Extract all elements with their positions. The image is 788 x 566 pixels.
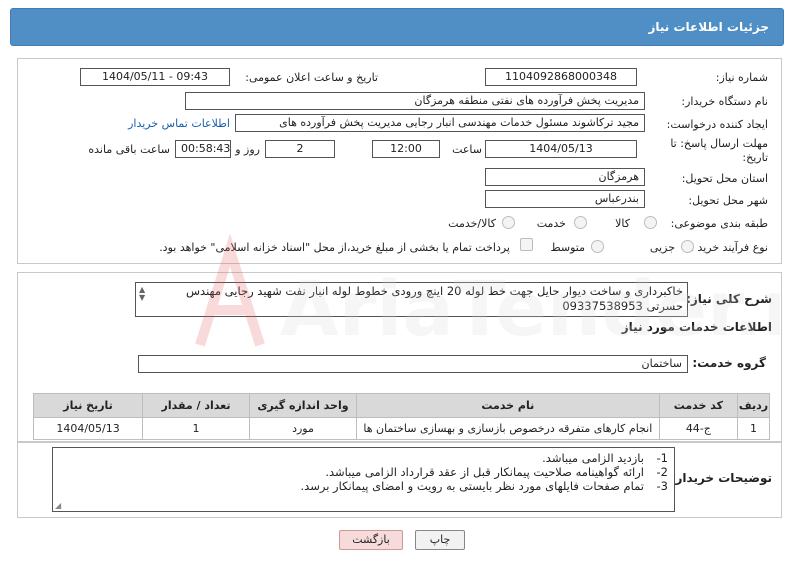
buyer-note-line-3: 3- تمام صفحات فایلهای مورد نظر بایستی به … (301, 479, 668, 493)
services-section-title: اطلاعات خدمات مورد نیاز (621, 320, 772, 334)
description-label: شرح کلی نیاز: (686, 292, 772, 306)
days-label: روز و (235, 143, 260, 156)
purchase-radio-medium[interactable] (591, 240, 604, 253)
deadline-label-2: تاریخ: (742, 151, 768, 164)
back-button[interactable]: بازگشت (339, 530, 403, 550)
deadline-time-field[interactable]: 12:00 (372, 140, 440, 158)
remaining-time-field[interactable]: 00:58:43 (175, 140, 231, 158)
contact-buyer-link[interactable]: اطلاعات تماس خریدار (128, 117, 230, 130)
scroll-down-icon[interactable]: ▼ (139, 293, 145, 302)
deadline-label: مهلت ارسال پاسخ: تا (670, 137, 768, 150)
page-header: جزئیات اطلاعات نیاز (10, 8, 784, 46)
cell-service-name: انجام کارهای متفرقه درخصوص بازسازی و بهس… (355, 417, 660, 440)
category-option-goods-service: کالا/خدمت (448, 217, 496, 230)
need-number-label: شماره نیاز: (715, 71, 768, 84)
col-quantity: تعداد / مقدار (142, 393, 250, 418)
print-button[interactable]: چاپ (415, 530, 465, 550)
purchase-option-minor: جزیی (649, 241, 675, 254)
city-field[interactable]: بندرعباس (485, 190, 645, 208)
cell-service-code: ج-44 (658, 417, 739, 440)
cell-row-number: 1 (737, 417, 770, 440)
days-field[interactable]: 2 (265, 140, 335, 158)
description-textarea[interactable]: خاکبرداری و ساخت دیوار حایل جهت خط لوله … (135, 282, 688, 317)
category-radio-goods-service[interactable] (502, 216, 515, 229)
purchase-option-medium: متوسط (550, 241, 585, 254)
creator-field[interactable]: مجید ترکاشوند مسئول خدمات مهندسی انبار ر… (235, 114, 645, 132)
need-number-field[interactable]: 1104092868000348 (485, 68, 637, 86)
note-3-number: 3- (656, 479, 668, 493)
buyer-note-line-2: 2- ارائه گواهینامه صلاحیت پیمانکار قبل از… (325, 465, 668, 479)
col-unit: واحد اندازه گیری (249, 393, 357, 418)
note-3-text: تمام صفحات فایلهای مورد نظر بایستی به رو… (300, 479, 644, 493)
buyer-notes-textarea[interactable]: 1- بازدید الزامی میباشد. 2- ارائه گواهینام… (52, 447, 675, 512)
service-group-label: گروه خدمت: (692, 356, 766, 370)
city-label: شهر محل تحویل: (688, 194, 768, 207)
payment-note: پرداخت تمام یا بخشی از مبلغ خرید،از محل … (159, 241, 510, 254)
note-1-number: 1- (656, 451, 668, 465)
col-need-date: تاریخ نیاز (32, 393, 144, 418)
note-2-text: ارائه گواهینامه صلاحیت پیمانکار قبل از ع… (325, 465, 644, 479)
note-2-number: 2- (656, 465, 668, 479)
creator-label: ایجاد کننده درخواست: (666, 118, 768, 131)
remaining-label: ساعت باقی مانده (88, 143, 170, 156)
cell-need-date: 1404/05/13 (32, 417, 144, 440)
time-label: ساعت (452, 143, 482, 156)
category-radio-service[interactable] (574, 216, 587, 229)
announce-label: تاریخ و ساعت اعلان عمومی: (245, 71, 378, 84)
service-group-field[interactable]: ساختمان (138, 355, 688, 373)
cell-quantity: 1 (142, 417, 250, 440)
buyer-org-label: نام دستگاه خریدار: (681, 95, 768, 108)
services-table: ردیف کد خدمت نام خدمت واحد اندازه گیری ت… (32, 393, 770, 440)
purchase-radio-minor[interactable] (681, 240, 694, 253)
deadline-date-field[interactable]: 1404/05/13 (485, 140, 637, 158)
treasury-checkbox[interactable] (520, 238, 533, 251)
buyer-notes-label: توضیحات خریدار: (670, 471, 772, 485)
need-info-panel (17, 58, 782, 264)
category-label: طبقه بندی موضوعی: (670, 217, 768, 230)
category-option-goods: کالا (615, 217, 630, 230)
announce-field[interactable]: 1404/05/11 - 09:43 (80, 68, 230, 86)
province-label: استان محل تحویل: (681, 172, 768, 185)
col-row-number: ردیف (737, 393, 770, 418)
page-title: جزئیات اطلاعات نیاز (648, 20, 769, 34)
cell-unit: مورد (249, 417, 357, 440)
category-option-service: خدمت (536, 217, 566, 230)
table-header-row: ردیف کد خدمت نام خدمت واحد اندازه گیری ت… (32, 393, 770, 418)
buyer-note-line-1: 1- بازدید الزامی میباشد. (542, 451, 668, 465)
buyer-org-field[interactable]: مدیریت پخش فرآورده های نفتی منطقه هرمزگا… (185, 92, 645, 110)
category-radio-goods[interactable] (644, 216, 657, 229)
resize-handle-icon[interactable]: ◢ (55, 501, 61, 510)
table-row: 1 ج-44 انجام کارهای متفرقه درخصوص بازساز… (32, 417, 770, 440)
col-service-code: کد خدمت (658, 393, 739, 418)
description-text: خاکبرداری و ساخت دیوار حایل جهت خط لوله … (186, 284, 683, 313)
province-field[interactable]: هرمزگان (485, 168, 645, 186)
col-service-name: نام خدمت (355, 393, 660, 418)
note-1-text: بازدید الزامی میباشد. (542, 451, 644, 465)
purchase-type-label: نوع فرآیند خرید : (690, 241, 768, 254)
